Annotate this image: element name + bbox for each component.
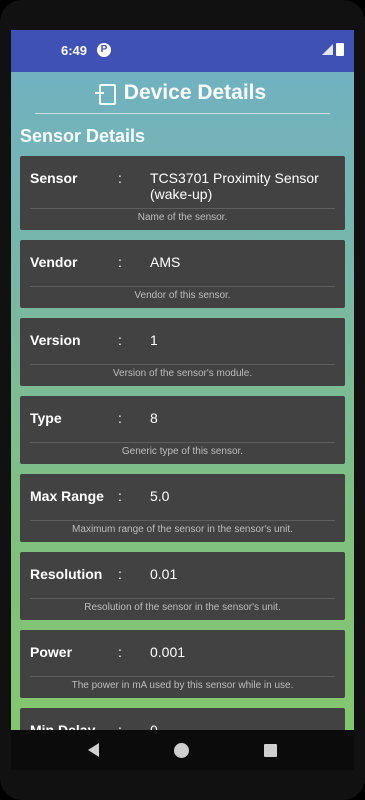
status-bar: 6:49 P xyxy=(11,30,354,72)
detail-separator: : xyxy=(118,722,122,730)
signal-icon xyxy=(322,44,333,55)
detail-label: Sensor xyxy=(30,170,78,186)
battery-icon xyxy=(336,43,344,56)
detail-separator: : xyxy=(118,410,122,426)
navigation-bar xyxy=(11,730,354,770)
detail-separator: : xyxy=(118,488,122,504)
detail-label: Type xyxy=(30,410,62,426)
detail-label: Min Delay xyxy=(30,722,96,730)
detail-value: 1 xyxy=(150,332,158,348)
detail-description: Resolution of the sensor in the sensor's… xyxy=(84,602,281,613)
detail-card: Version: 1 Version of the sensor's module. xyxy=(20,318,345,386)
detail-description: The power in mA used by this sensor whil… xyxy=(71,680,294,691)
detail-label: Version xyxy=(30,332,81,348)
details-list[interactable]: Sensor: TCS3701 Proximity Sensor (wake-up… xyxy=(11,156,354,730)
detail-value: 8 xyxy=(150,410,158,426)
detail-description: Generic type of this sensor. xyxy=(121,446,244,457)
exit-door-icon xyxy=(94,83,116,105)
detail-card: Type: 8 Generic type of this sensor. xyxy=(20,396,345,464)
detail-card: Min Delay:0The minimum delay allowed bet… xyxy=(20,708,345,730)
detail-description: Vendor of this sensor. xyxy=(134,290,231,301)
page-title: Device Details xyxy=(123,81,267,104)
section-title: Sensor Details xyxy=(20,126,146,146)
back-icon[interactable] xyxy=(88,743,100,757)
detail-card: Resolution: 0.01 Resolution of the sensor … xyxy=(20,552,345,620)
detail-label: Vendor xyxy=(30,254,78,270)
phone-frame: 6:49 P Device Details Sensor Details Sen… xyxy=(0,0,365,800)
page-header: Device Details xyxy=(11,72,354,110)
detail-label: Resolution xyxy=(30,566,103,582)
status-indicators xyxy=(322,43,344,56)
detail-card: Vendor: AMS Vendor of this sensor. xyxy=(20,240,345,308)
detail-value: 0.001 xyxy=(150,644,186,660)
detail-description: Version of the sensor's module. xyxy=(112,368,253,379)
detail-label: Max Range xyxy=(30,488,104,504)
detail-separator: : xyxy=(118,170,122,186)
status-time: 6:49 xyxy=(61,43,88,58)
detail-value: 5.0 xyxy=(150,488,170,504)
home-icon[interactable] xyxy=(173,742,189,758)
app-screen: 6:49 P Device Details Sensor Details Sen… xyxy=(11,30,354,730)
recents-icon[interactable] xyxy=(263,743,277,757)
detail-value: 0 xyxy=(150,722,158,730)
detail-card: Power: 0.001 The power in mA used by this … xyxy=(20,630,345,698)
detail-description: Name of the sensor. xyxy=(137,212,228,223)
detail-value: 0.01 xyxy=(150,566,178,582)
detail-value: AMS xyxy=(150,254,181,270)
detail-value: TCS3701 Proximity Sensor (wake-up) xyxy=(150,170,319,202)
detail-card: Max Range: 5.0 Maximum range of the sensor… xyxy=(20,474,345,542)
detail-description: Maximum range of the sensor in the senso… xyxy=(72,524,293,535)
detail-separator: : xyxy=(118,644,122,660)
notification-icon: P xyxy=(97,43,111,57)
detail-separator: : xyxy=(118,332,122,348)
detail-card: Sensor: TCS3701 Proximity Sensor (wake-up… xyxy=(20,156,345,230)
detail-label: Power xyxy=(30,644,73,660)
detail-separator: : xyxy=(118,566,122,582)
detail-separator: : xyxy=(118,254,122,270)
